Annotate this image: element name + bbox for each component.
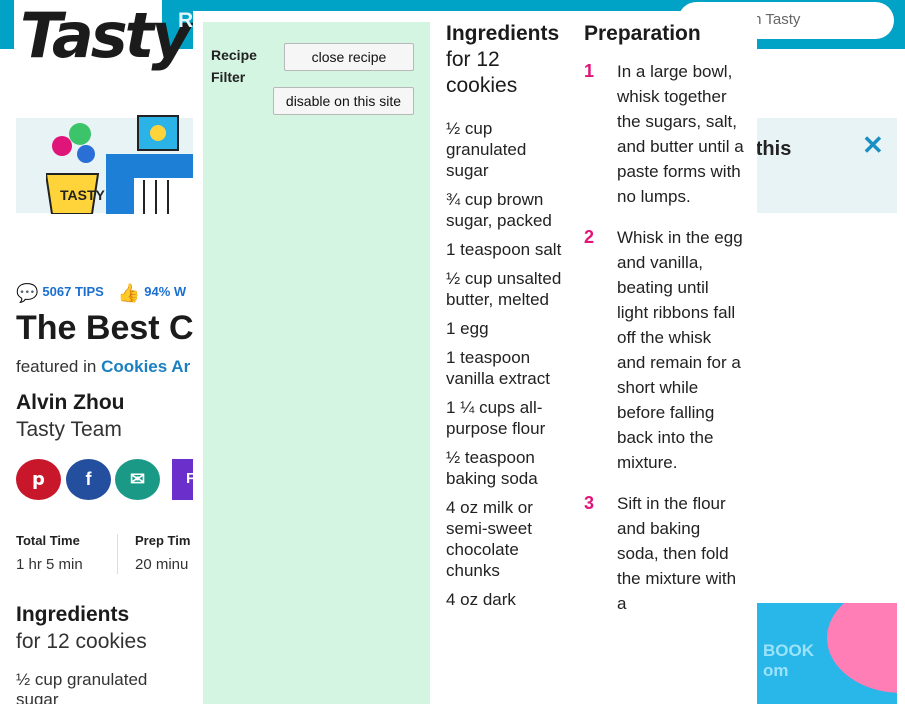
- step-number: 3: [584, 493, 595, 513]
- popup-preparation: Preparation 1 In a large bowl, whisk tog…: [584, 21, 744, 632]
- ingredient-item: 1 teaspoon salt: [446, 240, 562, 259]
- preparation-step: 3 Sift in the flour and baking soda, the…: [584, 491, 744, 616]
- advertisement[interactable]: BOOK om: [757, 603, 897, 704]
- author-team: Tasty Team: [16, 418, 122, 441]
- donut-image: [827, 603, 897, 693]
- tasty-logo[interactable]: Tasty: [20, 2, 192, 70]
- facebook-icon: f: [85, 469, 92, 489]
- prep-time: Prep Tim 20 minu: [135, 533, 190, 573]
- ad-text-line: om: [763, 661, 789, 680]
- step-number: 2: [584, 227, 595, 247]
- disable-on-site-button[interactable]: disable on this site: [273, 87, 414, 115]
- ingredient-item: ½ cup unsalted butter, melted: [446, 269, 562, 309]
- ingredient-item: 1 teaspoon vanilla extract: [446, 348, 550, 388]
- ingredient-item: 1 ¼ cups all-purpose flour: [446, 398, 546, 438]
- pinterest-share-button[interactable]: 𝗽: [16, 459, 61, 500]
- ingredient-item: 4 oz milk or semi-sweet chocolate chunks: [446, 498, 533, 580]
- facebook-share-button[interactable]: f: [66, 459, 111, 500]
- filter-panel: Recipe Filter close recipe disable on th…: [203, 22, 430, 704]
- tips-count: 5067 TIPS: [42, 284, 104, 299]
- ingredient-list: ½ cup granulated sugar ¾ cup brown sugar…: [446, 118, 564, 610]
- recipe-title: The Best C: [16, 309, 194, 347]
- comment-icon: 💬: [16, 283, 39, 303]
- filter-title: Recipe Filter: [211, 47, 257, 85]
- featured-link[interactable]: Cookies Ar: [101, 357, 190, 376]
- popup-ingredients-heading: Ingredients: [446, 22, 560, 45]
- step-list: 1 In a large bowl, whisk together the su…: [584, 59, 744, 616]
- ad-text: BOOK om: [763, 641, 814, 681]
- step-text: Sift in the flour and baking soda, then …: [617, 494, 737, 613]
- featured-in: featured in Cookies Ar: [16, 357, 190, 377]
- ingredients-subheading: for 12 cookies: [16, 630, 147, 653]
- rating-stat: 👍 94% W: [118, 283, 186, 304]
- step-text: In a large bowl, whisk together the suga…: [617, 62, 744, 206]
- prep-time-label: Prep Tim: [135, 533, 191, 548]
- step-number: 1: [584, 61, 595, 81]
- close-recipe-button[interactable]: close recipe: [284, 43, 414, 71]
- total-time-value: 1 hr 5 min: [16, 556, 83, 573]
- time-divider: [117, 534, 118, 574]
- thumbs-up-icon: 👍: [117, 283, 141, 303]
- ingredient-item: ½ cup granulated sugar: [16, 670, 148, 704]
- featured-prefix: featured in: [16, 357, 97, 376]
- author-name[interactable]: Alvin Zhou: [16, 391, 125, 415]
- popup-ingredients-sub: for 12 cookies: [446, 48, 518, 97]
- ingredients-heading: Ingredients: [16, 603, 130, 626]
- close-icon[interactable]: ✕: [862, 130, 884, 161]
- recipe-stats: 💬 5067 TIPS 👍 94% W: [16, 283, 186, 304]
- ingredient-item: ¾ cup brown sugar, packed: [446, 190, 552, 230]
- total-time-label: Total Time: [16, 533, 80, 548]
- preparation-heading: Preparation: [584, 22, 701, 45]
- step-text: Whisk in the egg and vanilla, beating un…: [617, 228, 743, 472]
- preparation-step: 2 Whisk in the egg and vanilla, beating …: [584, 225, 744, 475]
- ad-text-line: BOOK: [763, 641, 814, 660]
- tips-stat[interactable]: 💬 5067 TIPS: [16, 283, 104, 304]
- recipe-filter-popup: Recipe Filter close recipe disable on th…: [193, 11, 757, 704]
- ingredient-item: ½ teaspoon baking soda: [446, 448, 538, 488]
- popup-ingredients: Ingredients for 12 cookies ½ cup granula…: [446, 21, 564, 618]
- prep-time-value: 20 minu: [135, 556, 189, 573]
- ingredient-item: 1 egg: [446, 319, 489, 338]
- ingredient-item: ½ cup granulated sugar: [446, 119, 527, 180]
- svg-text:TASTY: TASTY: [60, 187, 106, 203]
- ingredient-item: 4 oz dark: [446, 590, 516, 609]
- total-time: Total Time 1 hr 5 min: [16, 533, 83, 573]
- rating-value: 94% W: [144, 284, 187, 299]
- preparation-step: 1 In a large bowl, whisk together the su…: [584, 59, 744, 209]
- pinterest-icon: 𝗽: [32, 469, 45, 489]
- nav-item[interactable]: R: [178, 9, 193, 33]
- email-share-button[interactable]: ✉: [115, 459, 160, 500]
- grocery-store-illustration: TASTY: [46, 115, 211, 214]
- mail-icon: ✉: [129, 469, 146, 489]
